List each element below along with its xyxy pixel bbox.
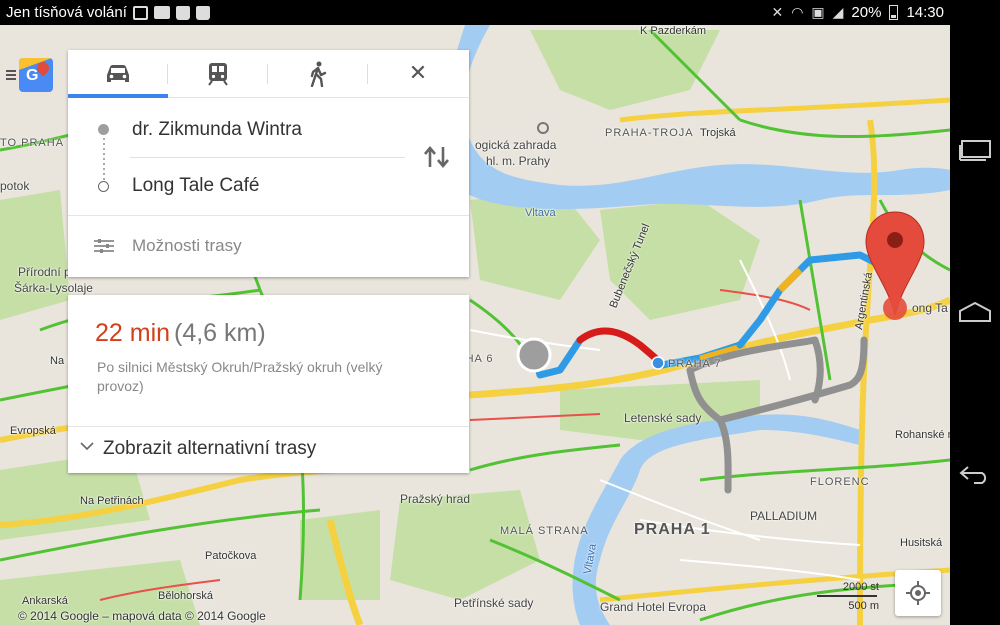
map-label-prazsky-hrad: Pražský hrad xyxy=(400,492,471,506)
map-label-pazderkam: K Pazderkám xyxy=(640,25,707,37)
route-options-label: Možnosti trasy xyxy=(132,236,242,255)
navigation-bar xyxy=(950,0,1000,625)
map-label-husitska: Husitská xyxy=(900,537,943,549)
map-label-potok: potok xyxy=(0,179,30,193)
map-label-grand-hotel: Grand Hotel Evropa xyxy=(600,600,707,614)
map-label-trojska: Trojská xyxy=(700,127,736,139)
map-label-zoo-1: ogická zahrada xyxy=(475,138,557,152)
mute-icon: ✕ xyxy=(771,4,784,20)
clock: 14:30 xyxy=(906,4,944,21)
scale-metric: 500 m xyxy=(848,600,879,612)
car-icon xyxy=(107,64,129,82)
my-location-button[interactable] xyxy=(895,570,941,616)
destination-field[interactable]: Long Tale Café xyxy=(68,158,468,214)
google-maps-logo-icon: G xyxy=(19,58,53,92)
scale-bar xyxy=(817,595,877,597)
route-options-button[interactable]: Možnosti trasy xyxy=(68,215,469,277)
map-label-long-tail: ong Ta xyxy=(912,301,948,315)
show-alternatives-label: Zobrazit alternativní trasy xyxy=(103,438,317,459)
map-label-palladium: PALLADIUM xyxy=(750,509,818,523)
map-label-praha-west: TO PRAHA - xyxy=(0,137,73,149)
map-label-praha-1: PRAHA 1 xyxy=(634,521,711,538)
carrier-text: Jen tísňová volání xyxy=(6,4,127,21)
signal-icon: ◢ xyxy=(832,4,844,20)
recent-apps-icon xyxy=(959,140,991,161)
tab-car[interactable] xyxy=(68,50,168,98)
sim-icon: ▣ xyxy=(811,4,825,20)
route-distance: (4,6 km) xyxy=(174,319,266,347)
home-button[interactable] xyxy=(950,282,1000,342)
map-label-petrinske-sady: Petřínské sady xyxy=(454,596,534,610)
map-label-praha-troja: PRAHA-TROJA xyxy=(605,127,694,139)
map-label-na-petrinach: Na Petřinách xyxy=(80,495,144,507)
route-summary-card[interactable]: 22 min (4,6 km) Po silnici Městský Okruh… xyxy=(68,295,469,473)
swap-arrows-icon xyxy=(424,145,449,169)
travel-mode-tabs: ✕ xyxy=(68,50,469,98)
map-label-belohorska: Bělohorská xyxy=(158,590,214,602)
map-label-florenc: FLORENC xyxy=(810,476,870,488)
map-label-vltava-1: Vltava xyxy=(525,207,556,219)
destination-text: Long Tale Café xyxy=(132,175,260,196)
mail-icon xyxy=(153,6,170,19)
map-label-sarka-2: Šárka-Lysolaje xyxy=(14,281,93,295)
map-label-zoo-2: hl. m. Prahy xyxy=(486,154,551,168)
map-scale: 2000 st 500 m xyxy=(815,579,881,615)
swap-button[interactable] xyxy=(422,145,452,175)
map-copyright: © 2014 Google – mapová data © 2014 Googl… xyxy=(18,609,266,623)
battery-percent: 20% xyxy=(851,4,882,21)
battery-icon xyxy=(889,5,899,20)
crosshair-icon xyxy=(906,581,930,605)
close-icon: ✕ xyxy=(408,61,428,86)
map-label-ankarska: Ankarská xyxy=(22,595,68,607)
map-label-letenske-sady: Letenské sady xyxy=(624,411,702,425)
map-label-patockova: Patočkova xyxy=(205,550,257,562)
map-label-praha-7: PRAHA 7 xyxy=(668,358,722,370)
tab-walk[interactable] xyxy=(268,50,368,97)
train-icon xyxy=(208,62,228,86)
recent-apps-button[interactable] xyxy=(950,120,1000,180)
map-label-mala-strana: MALÁ STRANA xyxy=(500,525,589,537)
shopping-bag-icon xyxy=(175,5,190,20)
wifi-icon: ◠ xyxy=(791,4,804,20)
origin-field[interactable]: dr. Zikmunda Wintra xyxy=(68,102,468,158)
app-menu-button[interactable]: G xyxy=(6,58,58,92)
hamburger-icon xyxy=(6,70,16,80)
chevron-down-icon xyxy=(80,442,94,451)
image-icon xyxy=(132,5,148,20)
map-label-evropska: Evropská xyxy=(10,425,56,437)
walk-icon xyxy=(310,61,327,87)
show-alternatives-button[interactable]: Zobrazit alternativní trasy xyxy=(68,426,469,473)
map-label-sarka-1: Přírodní p xyxy=(18,265,71,279)
scale-imperial: 2000 st xyxy=(842,581,879,593)
route-duration: 22 min xyxy=(95,319,171,347)
close-button[interactable]: ✕ xyxy=(368,50,468,97)
map-label-rohanske: Rohanské n xyxy=(895,429,950,441)
tune-icon xyxy=(94,239,114,253)
tab-transit[interactable] xyxy=(168,50,268,97)
route-via-text: Po silnici Městský Okruh/Pražský okruh (… xyxy=(97,359,383,394)
back-button[interactable] xyxy=(950,444,1000,504)
status-bar: Jen tísňová volání ✕ ◠ ▣ ◢ 20% 14:30 xyxy=(0,0,950,25)
directions-panel: ✕ dr. Zikmunda Wintra Long Tale Café Mož… xyxy=(68,50,469,277)
back-icon xyxy=(959,466,987,484)
origin-text: dr. Zikmunda Wintra xyxy=(132,119,302,140)
shopping-bag-icon-2 xyxy=(195,5,210,20)
home-icon xyxy=(959,301,991,322)
